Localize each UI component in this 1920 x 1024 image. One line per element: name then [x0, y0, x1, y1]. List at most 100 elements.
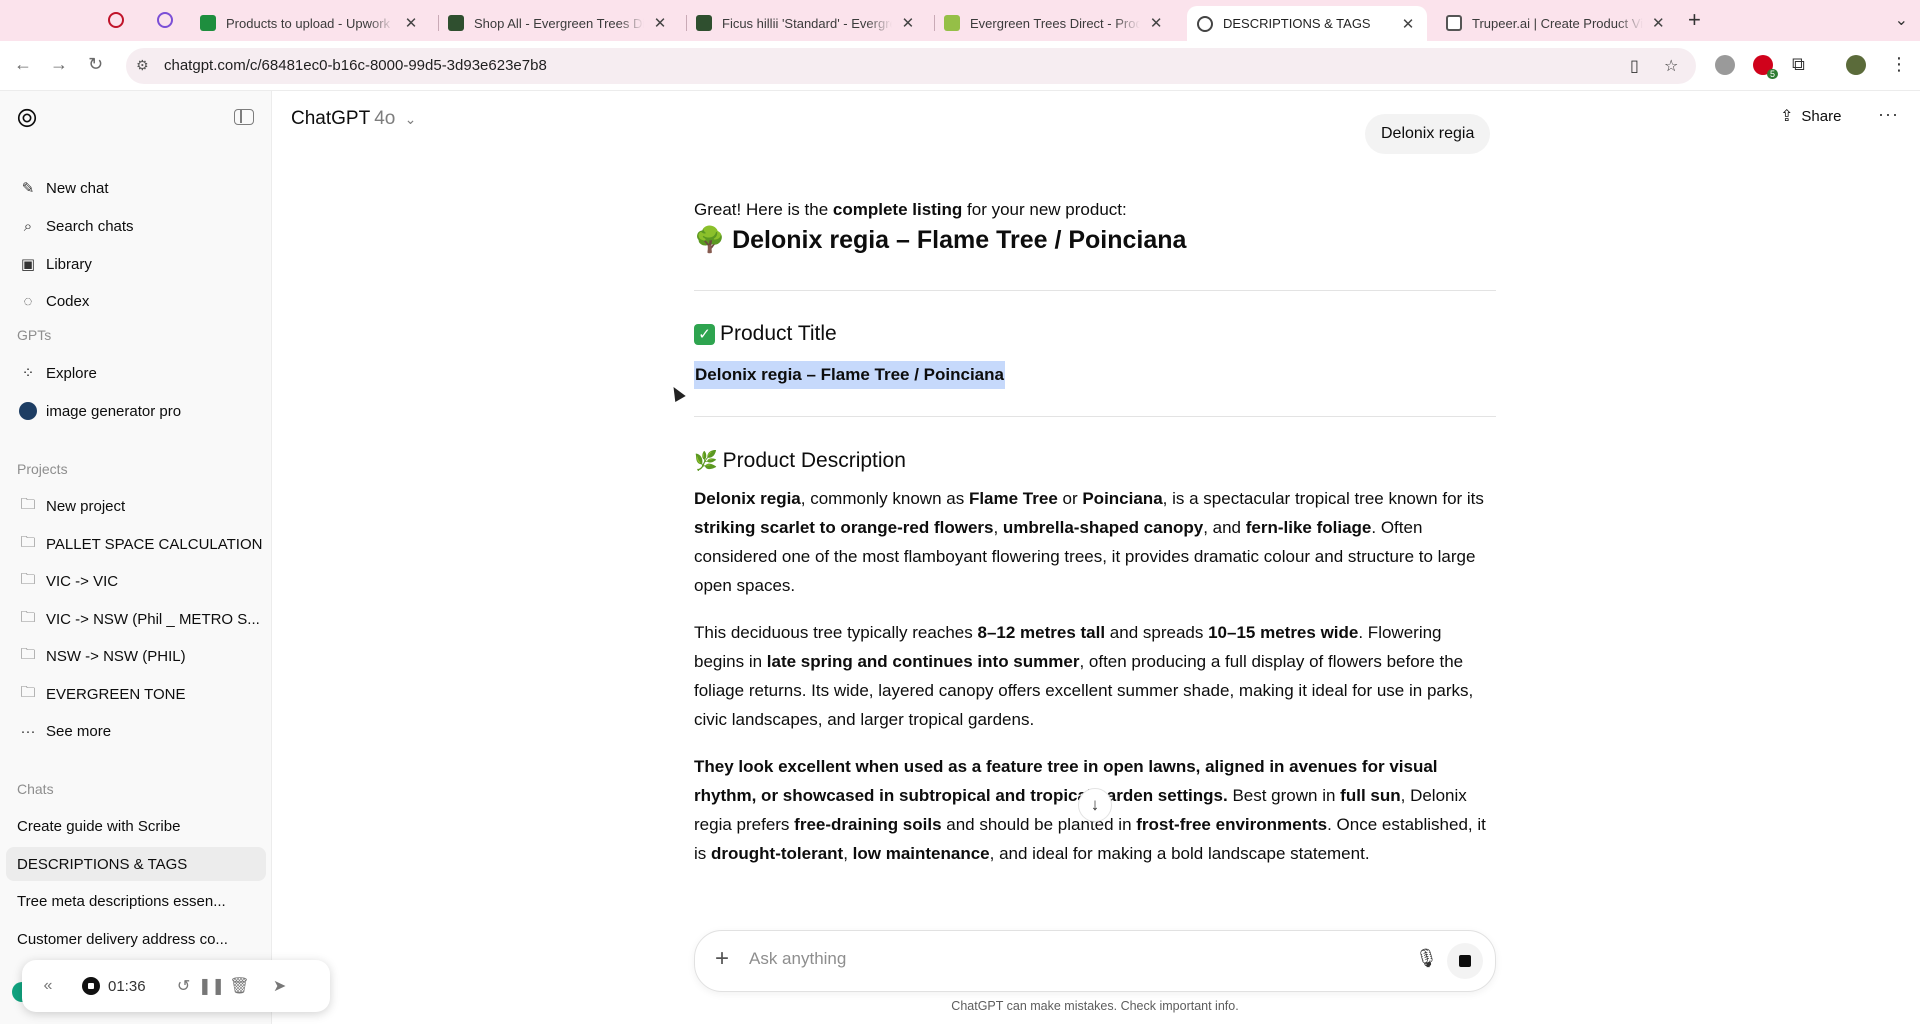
- sidebar-item-codex[interactable]: ◌ Codex: [6, 284, 266, 318]
- site-favicon-icon: [448, 15, 464, 31]
- close-sidebar-icon[interactable]: [234, 109, 254, 125]
- close-tab-icon[interactable]: ✕: [1148, 14, 1164, 32]
- sidebar-item-image-generator-pro[interactable]: image generator pro: [6, 394, 266, 428]
- message-input[interactable]: [749, 949, 1349, 969]
- chat-history-item[interactable]: Tree meta descriptions essen...: [6, 884, 266, 918]
- stop-generating-button[interactable]: [1447, 943, 1483, 979]
- folder-icon: 🗀: [20, 533, 36, 551]
- sidebar: ✎ New chat ⌕ Search chats ▣ Library ◌ Co…: [0, 91, 272, 1024]
- page-icon[interactable]: ▯: [1630, 56, 1639, 76]
- projects-heading: Projects: [17, 461, 68, 477]
- tab-title: Shop All - Evergreen Trees Direct: [474, 15, 644, 31]
- sidebar-item-explore[interactable]: ⁘ Explore: [6, 356, 266, 390]
- pinned-tab-app-icon[interactable]: [157, 12, 173, 28]
- reload-icon[interactable]: ↻: [88, 54, 103, 75]
- codex-icon: ◌: [23, 292, 33, 310]
- more-options-icon[interactable]: ···: [1878, 104, 1899, 125]
- app-name: ChatGPT: [291, 108, 371, 129]
- sidebar-item-library[interactable]: ▣ Library: [6, 247, 266, 281]
- extension-icon[interactable]: [1715, 55, 1735, 75]
- extensions-puzzle-icon[interactable]: ⧉: [1792, 54, 1805, 75]
- text-span: , and ideal for making a bold landscape …: [989, 844, 1370, 863]
- delete-icon[interactable]: 🗑: [226, 976, 254, 996]
- sidebar-item-project[interactable]: 🗀 NSW -> NSW (PHIL): [6, 639, 266, 673]
- openai-logo-icon[interactable]: [16, 107, 38, 129]
- close-tab-icon[interactable]: ✕: [900, 14, 916, 32]
- tab-trupeer[interactable]: Trupeer.ai | Create Product Videos ✕: [1436, 6, 1676, 40]
- tree-emoji-icon: 🌳: [694, 226, 726, 254]
- bold-text: Poinciana: [1082, 489, 1163, 508]
- tab-ficus[interactable]: Ficus hillii 'Standard' - Evergreen ✕: [686, 6, 926, 40]
- sidebar-item-see-more[interactable]: ··· See more: [6, 714, 266, 748]
- close-tab-icon[interactable]: ✕: [652, 14, 668, 32]
- sidebar-item-label: VIC -> VIC: [46, 572, 119, 590]
- profile-avatar[interactable]: [1846, 55, 1866, 75]
- chat-title: Customer delivery address co...: [17, 930, 228, 948]
- restart-icon[interactable]: ↺: [170, 976, 198, 996]
- tab-upwork[interactable]: Products to upload - Upwork ✕: [190, 6, 430, 40]
- tab-search-chevron-icon[interactable]: ⌄: [1895, 10, 1908, 30]
- sidebar-item-project[interactable]: 🗀 VIC -> VIC: [6, 564, 266, 598]
- pause-icon[interactable]: ❚❚: [198, 976, 226, 996]
- sidebar-item-label: NSW -> NSW (PHIL): [46, 647, 186, 665]
- intro-text: Great! Here is the: [694, 200, 833, 219]
- browser-menu-icon[interactable]: ⋮: [1890, 54, 1908, 75]
- model-name: 4o: [374, 108, 396, 129]
- sidebar-item-project[interactable]: 🗀 PALLET SPACE CALCULATION: [6, 527, 266, 561]
- bookmark-star-icon[interactable]: ☆: [1664, 56, 1678, 76]
- url-field[interactable]: ⚙ chatgpt.com/c/68481ec0-b16c-8000-99d5-…: [126, 48, 1696, 84]
- text-span: and should be planted in: [941, 815, 1137, 834]
- herb-emoji-icon: 🌿: [694, 451, 718, 472]
- sidebar-item-project[interactable]: 🗀 EVERGREEN TONE: [6, 677, 266, 711]
- checkmark-icon: ✓: [694, 323, 715, 345]
- tab-evergreen-products[interactable]: Evergreen Trees Direct - Products ✕: [934, 6, 1174, 40]
- text-span: , and: [1203, 518, 1246, 537]
- forward-icon[interactable]: →: [50, 54, 68, 75]
- model-switcher[interactable]: ChatGPT 4o ⌄: [291, 108, 416, 130]
- close-tab-icon[interactable]: ✕: [402, 14, 420, 32]
- shopify-icon: [944, 15, 960, 31]
- bold-text: late spring and continues into summer: [766, 652, 1080, 671]
- new-tab-button[interactable]: +: [1688, 8, 1701, 32]
- tab-descriptions-tags[interactable]: DESCRIPTIONS & TAGS ✕: [1187, 6, 1427, 41]
- divider: [694, 416, 1496, 417]
- bold-text: umbrella-shaped canopy: [1002, 518, 1204, 537]
- section-product-title-heading: ✓ Product Title: [694, 322, 837, 346]
- sidebar-item-new-chat[interactable]: ✎ New chat: [6, 171, 266, 205]
- chat-history-item[interactable]: Create guide with Scribe: [6, 809, 266, 843]
- pointer-icon[interactable]: ➤: [266, 976, 294, 996]
- microphone-icon[interactable]: 🎙: [1415, 948, 1438, 969]
- sidebar-item-new-project[interactable]: 🗀 New project: [6, 489, 266, 523]
- folder-icon: 🗀: [20, 570, 36, 588]
- text-span: and spreads: [1105, 623, 1209, 642]
- share-button[interactable]: ⇪ Share: [1780, 106, 1841, 126]
- scroll-to-bottom-button[interactable]: ↓: [1078, 788, 1112, 822]
- heading-text: Delonix regia – Flame Tree / Poinciana: [732, 226, 1187, 254]
- sidebar-item-project[interactable]: 🗀 VIC -> NSW (Phil _ METRO S...: [6, 602, 266, 636]
- chat-history-item-active[interactable]: DESCRIPTIONS & TAGS: [6, 847, 266, 881]
- back-icon[interactable]: ←: [14, 54, 32, 75]
- bold-text: 8–12 metres tall: [977, 623, 1106, 642]
- plus-icon[interactable]: +: [715, 945, 729, 973]
- sidebar-item-label: Explore: [46, 364, 97, 382]
- product-title-selected: Delonix regia – Flame Tree / Poinciana: [694, 361, 1005, 389]
- section-product-description-heading: 🌿 Product Description: [694, 449, 906, 473]
- tab-shop-all[interactable]: Shop All - Evergreen Trees Direct ✕: [438, 6, 678, 40]
- site-info-icon[interactable]: ⚙: [136, 57, 149, 74]
- sidebar-item-label: Library: [46, 255, 92, 273]
- recording-timer: 01:36: [108, 977, 146, 995]
- chevron-down-icon: ⌄: [404, 111, 417, 127]
- collapse-chevrons-icon[interactable]: «: [34, 977, 62, 995]
- bold-text: 10–15 metres wide: [1208, 623, 1359, 642]
- chat-history-item[interactable]: Customer delivery address co...: [6, 922, 266, 956]
- sheets-icon: [200, 15, 216, 31]
- text-span: This deciduous tree typically reaches: [694, 623, 978, 642]
- pinned-tab-record-icon[interactable]: [108, 12, 124, 28]
- sidebar-item-search-chats[interactable]: ⌕ Search chats: [6, 209, 266, 243]
- intro-text: for your new product:: [962, 200, 1127, 219]
- close-tab-icon[interactable]: ✕: [1651, 14, 1666, 32]
- recording-stop-icon[interactable]: [82, 977, 100, 995]
- sidebar-item-label: See more: [46, 722, 112, 740]
- close-tab-icon[interactable]: ✕: [1399, 15, 1417, 33]
- sidebar-item-label: VIC -> NSW (Phil _ METRO S...: [46, 610, 260, 628]
